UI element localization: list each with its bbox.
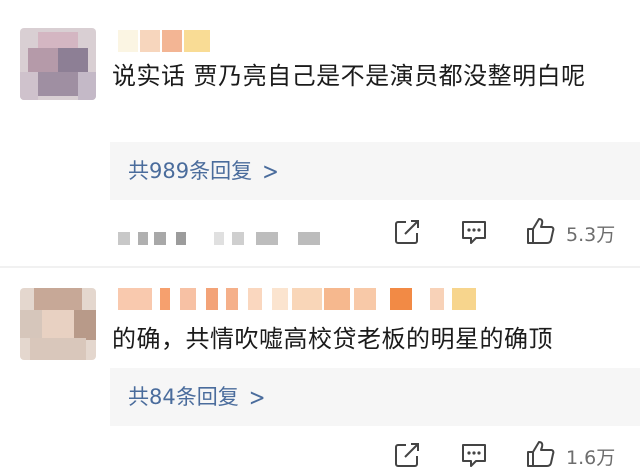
comment-item-2: 的确，共情吹嘘高校贷老板的明星的确顶 共84条回复 > 1.6万 <box>0 268 640 469</box>
chevron-right-icon: > <box>262 156 279 186</box>
like-count: 1.6万 <box>566 447 616 469</box>
view-replies-link[interactable]: 共84条回复 > <box>128 368 266 426</box>
reply-count-label: 共84条回复 <box>128 385 239 409</box>
reply-count-label: 共989条回复 <box>128 159 253 183</box>
like-icon[interactable] <box>526 439 556 469</box>
share-icon[interactable] <box>394 219 420 245</box>
comment-icon[interactable] <box>460 219 488 245</box>
comment-item-1: 说实话 贾乃亮自己是不是演员都没整明白呢 共989条回复 > 5.3万 <box>0 0 640 266</box>
share-icon[interactable] <box>394 442 420 468</box>
like-icon[interactable] <box>526 216 556 246</box>
replies-box[interactable]: 共989条回复 > <box>110 142 640 200</box>
username-blurred[interactable] <box>118 288 478 310</box>
comment-icon[interactable] <box>460 442 488 468</box>
avatar[interactable] <box>20 288 96 360</box>
comment-text: 的确，共情吹嘘高校贷老板的明星的确顶 <box>112 325 553 353</box>
avatar[interactable] <box>20 28 96 100</box>
timestamp-blurred <box>118 232 328 245</box>
replies-box[interactable]: 共84条回复 > <box>110 368 640 426</box>
username-blurred[interactable] <box>118 30 218 52</box>
chevron-right-icon: > <box>248 382 266 412</box>
comment-text: 说实话 贾乃亮自己是不是演员都没整明白呢 <box>112 62 586 90</box>
view-replies-link[interactable]: 共989条回复 > <box>128 142 279 200</box>
like-count: 5.3万 <box>566 224 616 246</box>
